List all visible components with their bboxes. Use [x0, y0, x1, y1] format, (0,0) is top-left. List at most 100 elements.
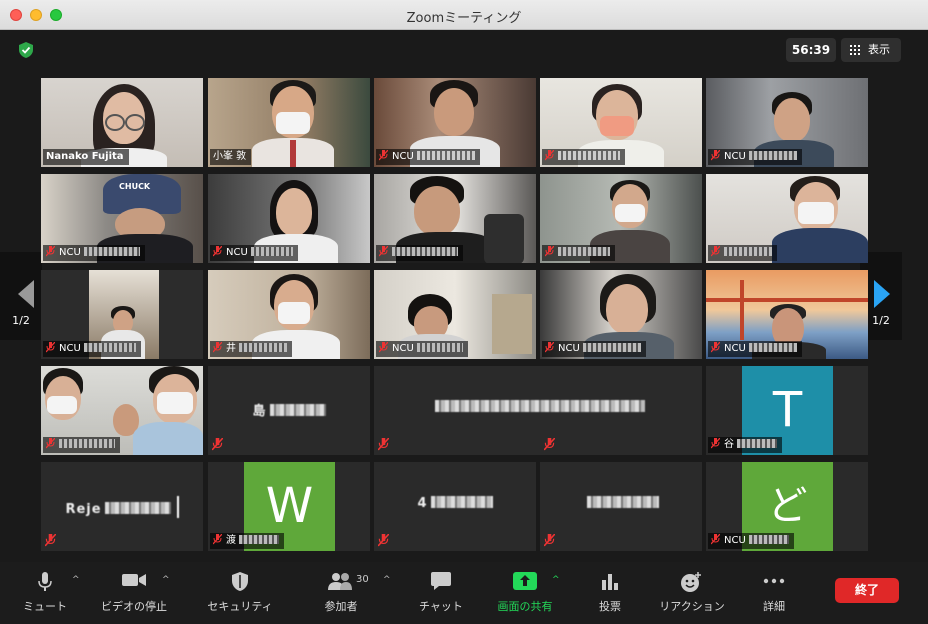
mute-label: ミュート	[23, 600, 67, 613]
share-screen-button[interactable]: 画面の共有	[490, 562, 560, 624]
participant-name	[542, 245, 615, 261]
more-dots-icon	[763, 578, 785, 584]
muted-mic-icon	[213, 246, 222, 257]
stop-video-label: ビデオの停止	[101, 600, 167, 613]
meeting-timer: 56:39	[786, 38, 836, 62]
participant-name: 井	[210, 341, 292, 357]
muted-mic-icon	[213, 534, 222, 545]
participants-icon	[328, 573, 352, 590]
participant-name: NCU	[542, 341, 646, 357]
participant-name	[708, 245, 777, 261]
participant-tile[interactable]: NCU	[706, 270, 868, 359]
muted-mic-icon	[545, 342, 554, 353]
chevron-right-icon	[874, 280, 890, 308]
muted-mic-icon	[545, 150, 554, 161]
participant-tile[interactable]: NCU	[374, 270, 536, 359]
participant-tile[interactable]	[41, 366, 203, 455]
bar-chart-icon	[602, 574, 618, 590]
participant-tile[interactable]: 小峯 敦	[208, 78, 370, 167]
participant-tile[interactable]: T 谷	[706, 366, 868, 455]
muted-mic-icon	[545, 246, 554, 257]
mute-button[interactable]: ミュート	[14, 562, 76, 624]
muted-mic-icon	[711, 438, 720, 449]
muted-mic-icon	[45, 534, 56, 547]
chat-bubble-icon	[431, 572, 451, 590]
poll-label: 投票	[599, 600, 621, 613]
participant-name: NCU	[708, 341, 802, 357]
share-options-caret[interactable]: ^	[552, 575, 560, 585]
muted-mic-icon	[711, 342, 720, 353]
muted-mic-icon	[544, 438, 555, 451]
view-button[interactable]: 表示	[841, 38, 901, 62]
share-screen-icon	[513, 572, 537, 590]
prev-page-indicator: 1/2	[12, 314, 30, 327]
stop-video-button[interactable]: ビデオの停止	[96, 562, 172, 624]
participants-button[interactable]: 参加者	[310, 562, 372, 624]
participant-tile[interactable]: CHUCK NCU	[41, 174, 203, 263]
participant-name-display: Reje	[41, 496, 203, 518]
participant-name: NCU	[376, 341, 468, 357]
participant-name	[542, 149, 625, 165]
security-shield-icon[interactable]	[17, 41, 35, 59]
participant-tile[interactable]	[374, 366, 702, 455]
participant-name-display	[374, 400, 702, 415]
participant-tile[interactable]: 井	[208, 270, 370, 359]
view-label: 表示	[868, 43, 890, 56]
participant-tile[interactable]: Reje	[41, 462, 203, 551]
participant-tile[interactable]: 4	[374, 462, 536, 551]
participant-tile[interactable]: NCU	[374, 78, 536, 167]
participant-name-display: 島	[208, 400, 370, 419]
participant-tile[interactable]	[706, 174, 868, 263]
participant-tile[interactable]: Nanako Fujita	[41, 78, 203, 167]
meeting-area: 56:39 表示 1/2 1/2 Nanako Fujita 小峯 敦 NCU …	[0, 30, 928, 562]
video-camera-icon	[122, 574, 146, 586]
muted-mic-icon	[711, 246, 720, 257]
participant-name: NCU	[376, 149, 480, 165]
security-shield-icon	[232, 572, 248, 591]
participant-tile[interactable]: 島	[208, 366, 370, 455]
participants-options-caret[interactable]: ^	[383, 575, 391, 585]
participant-tile[interactable]	[540, 78, 702, 167]
participant-tile[interactable]: NCU	[540, 270, 702, 359]
muted-mic-icon	[46, 342, 55, 353]
muted-mic-icon	[46, 246, 55, 257]
window-title: Zoomミーティング	[406, 11, 522, 26]
video-options-caret[interactable]: ^	[162, 575, 170, 585]
participant-name-display	[540, 496, 702, 511]
muted-mic-icon	[212, 438, 223, 451]
muted-mic-icon	[544, 534, 555, 547]
participant-tile[interactable]: NCU	[208, 174, 370, 263]
participant-name: 小峯 敦	[210, 149, 252, 165]
participant-tile[interactable]: NCU	[41, 270, 203, 359]
prev-page-button[interactable]: 1/2	[0, 252, 42, 340]
chat-label: チャット	[419, 600, 463, 613]
participant-tile[interactable]: NCU	[706, 78, 868, 167]
participant-tile[interactable]: ど NCU	[706, 462, 868, 551]
participant-name: 渡	[210, 533, 284, 549]
participant-tile[interactable]: W 渡	[208, 462, 370, 551]
muted-mic-icon	[378, 438, 389, 451]
reaction-label: リアクション	[659, 600, 725, 613]
poll-button[interactable]: 投票	[586, 562, 634, 624]
participant-name: 谷	[708, 437, 782, 453]
muted-mic-icon	[379, 342, 388, 353]
participant-tile[interactable]	[540, 462, 702, 551]
participant-name: NCU	[708, 533, 794, 549]
security-button[interactable]: セキュリティ	[202, 562, 278, 624]
participant-name: Nanako Fujita	[43, 149, 129, 165]
reaction-button[interactable]: リアクション	[654, 562, 730, 624]
chat-button[interactable]: チャット	[410, 562, 472, 624]
participant-name: NCU	[43, 245, 145, 261]
audio-options-caret[interactable]: ^	[72, 575, 80, 585]
microphone-icon	[38, 572, 52, 591]
emoji-reaction-icon	[681, 572, 701, 592]
participant-name: NCU	[708, 149, 802, 165]
more-button[interactable]: 詳細	[750, 562, 798, 624]
more-label: 詳細	[763, 600, 785, 613]
participant-tile[interactable]	[540, 174, 702, 263]
participants-label: 参加者	[324, 600, 358, 613]
participant-name: NCU	[210, 245, 298, 261]
end-meeting-button[interactable]: 終了	[835, 578, 899, 603]
participant-tile[interactable]	[374, 174, 536, 263]
grid-view-icon	[850, 45, 860, 55]
